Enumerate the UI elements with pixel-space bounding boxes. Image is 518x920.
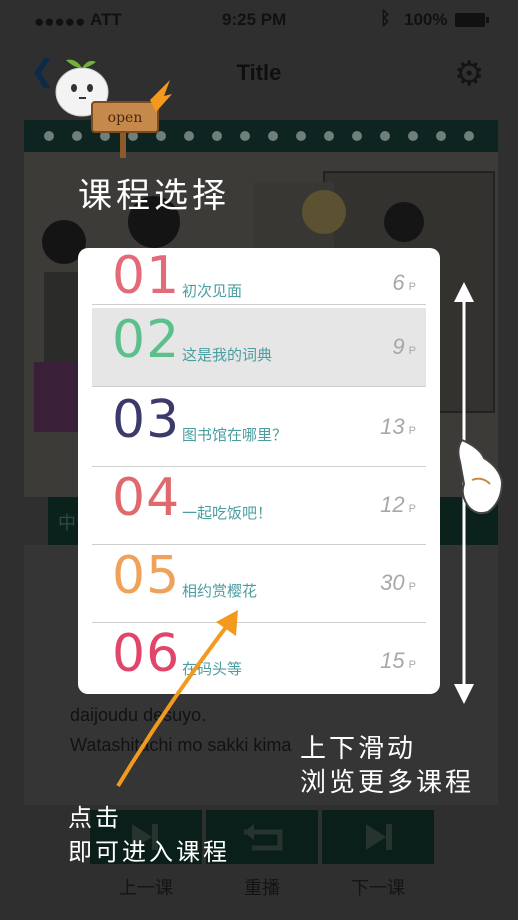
carrier-label: ATT	[90, 10, 122, 29]
progress-dot	[352, 131, 362, 141]
page-count-value: 13	[380, 414, 405, 439]
gear-icon[interactable]: ⚙	[454, 54, 484, 94]
tap-arrow-icon	[116, 610, 238, 788]
lesson-title: 初次见面	[182, 282, 243, 300]
page-count-value: 9	[392, 334, 405, 359]
progress-dot	[212, 131, 222, 141]
mascot-open-sign[interactable]: open	[52, 50, 172, 160]
lesson-number: 03	[112, 390, 181, 450]
progress-dot	[464, 131, 474, 141]
progress-dot	[268, 131, 278, 141]
open-sign-text: open	[108, 110, 143, 126]
lesson-row[interactable]: 02 这是我的词典 9 P	[92, 308, 426, 387]
lesson-row[interactable]: 04 一起吃饭吧！ 12 P	[92, 466, 426, 545]
tap-hint-line1: 点击	[68, 804, 122, 832]
lesson-number: 04	[112, 468, 181, 528]
lesson-title: 一起吃饭吧！	[182, 504, 273, 522]
clock: 9:25 PM	[222, 10, 287, 29]
lesson-number: 02	[112, 310, 181, 370]
next-lesson-label: 下一课	[351, 878, 405, 899]
progress-dot	[296, 131, 306, 141]
progress-dot	[184, 131, 194, 141]
scroll-arrow-icon	[454, 282, 504, 704]
progress-dot	[436, 131, 446, 141]
battery-percent: 100%	[404, 10, 448, 29]
lesson-number: 05	[112, 546, 181, 606]
next-lesson-button[interactable]	[322, 810, 434, 864]
page-count-value: 30	[380, 570, 405, 595]
page-unit: P	[408, 659, 416, 671]
lesson-page-count: 6P	[392, 270, 416, 296]
page-count-value: 6	[392, 270, 405, 295]
page-unit: P	[408, 581, 416, 593]
lesson-title: 相约赏樱花	[182, 582, 258, 600]
lesson-row[interactable]: 03 图书馆在哪里？ 13 P	[92, 388, 426, 467]
pointing-hand-icon	[457, 438, 504, 515]
replay-label: 重播	[244, 878, 280, 899]
page-unit: P	[408, 503, 416, 515]
tap-hint-line2: 即可进入课程	[68, 838, 230, 866]
scroll-hint-line1: 上下滑动	[300, 734, 417, 764]
lesson-number: 01	[112, 248, 181, 306]
bar-glyph: 中	[58, 513, 76, 534]
page-unit: P	[408, 425, 416, 437]
lesson-page-count: 30 P	[380, 570, 416, 596]
overlay-heading: 课程选择	[78, 176, 230, 216]
progress-dot	[380, 131, 390, 141]
lesson-page-count: 15 P	[380, 648, 416, 674]
lesson-page-count: 9P	[392, 334, 416, 360]
progress-dot	[408, 131, 418, 141]
lesson-page-count: 12 P	[380, 492, 416, 518]
page-unit: P	[408, 345, 416, 357]
bluetooth-icon: ᛒ	[380, 8, 391, 28]
progress-dot	[324, 131, 334, 141]
status-bar: ●●●●● ATT 9:25 PM ᛒ 100%	[0, 0, 518, 40]
lesson-title: 这是我的词典	[182, 346, 273, 364]
lesson-row[interactable]: 01 初次见面 6 P	[92, 248, 426, 306]
page-count-value: 12	[380, 492, 405, 517]
prev-lesson-label: 上一课	[119, 878, 173, 899]
lesson-title: 图书馆在哪里？	[182, 426, 288, 444]
page-count-value: 15	[380, 648, 405, 673]
page-unit: P	[408, 281, 416, 293]
battery-icon	[455, 13, 489, 27]
lesson-page-count: 13 P	[380, 414, 416, 440]
signal-icon: ●●●●●	[34, 12, 86, 31]
progress-dot	[240, 131, 250, 141]
scroll-hint-line2: 浏览更多课程	[300, 768, 475, 798]
